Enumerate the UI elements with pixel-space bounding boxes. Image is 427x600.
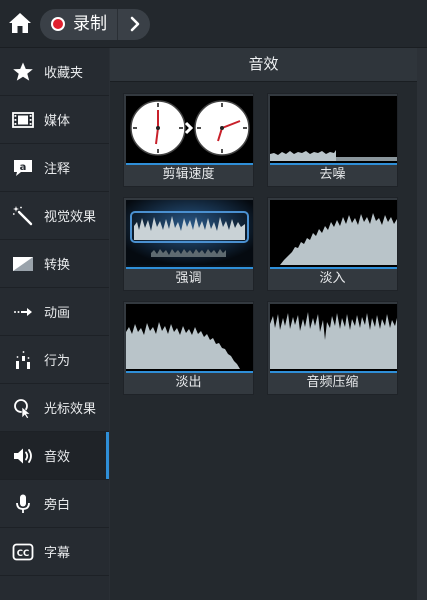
sidebar-item-annotations[interactable]: a 注释 — [0, 144, 109, 192]
transition-icon — [13, 257, 33, 271]
home-icon[interactable] — [8, 12, 32, 34]
sidebar-item-label: 字幕 — [44, 546, 71, 561]
emphasize-thumbnail — [126, 200, 253, 269]
svg-text:CC: CC — [17, 549, 29, 559]
sidebar-item-cursor-effects[interactable]: 光标效果 — [0, 384, 109, 432]
sidebar-item-label: 光标效果 — [44, 402, 97, 417]
sidebar-item-animations[interactable]: 动画 — [0, 288, 109, 336]
fade-in-thumbnail — [270, 200, 397, 269]
cc-icon: CC — [12, 543, 34, 561]
effect-tile-noise-removal[interactable]: 去噪 — [267, 93, 398, 187]
magic-wand-icon — [12, 206, 33, 226]
audio-compression-thumbnail — [270, 304, 397, 373]
chevron-right-icon[interactable] — [126, 15, 144, 33]
breadcrumb-divider — [117, 9, 118, 40]
fade-out-thumbnail — [126, 304, 253, 373]
sidebar-item-label: 转换 — [44, 258, 71, 273]
sidebar-item-label: 音效 — [44, 450, 71, 465]
panel-scrollbar[interactable] — [417, 48, 427, 600]
breadcrumb-label[interactable]: 录制 — [73, 13, 107, 35]
sidebar-item-visual-effects[interactable]: 视觉效果 — [0, 192, 109, 240]
top-bar: 录制 — [0, 0, 427, 48]
sidebar-item-label: 旁白 — [44, 498, 71, 513]
sidebar-item-favorites[interactable]: 收藏夹 — [0, 48, 109, 96]
cursor-effect-icon — [14, 399, 31, 419]
sidebar: 收藏夹 媒体 a 注释 视觉效果 转换 动画 行为 光标效果 音效 旁白 CC … — [0, 48, 109, 600]
sidebar-item-audio-effects[interactable]: 音效 — [0, 432, 109, 480]
animation-arrow-icon — [14, 308, 32, 316]
effect-tile-emphasize[interactable]: 强调 — [123, 197, 254, 291]
effect-label: 淡出 — [175, 375, 202, 390]
sidebar-item-transitions[interactable]: 转换 — [0, 240, 109, 288]
star-icon — [13, 62, 33, 81]
audio-effects-panel: 音效 剪辑速度 去噪 强调 淡入 淡出 音频压缩 — [110, 48, 417, 600]
effect-label: 淡入 — [319, 271, 346, 286]
effect-tile-clip-speed[interactable]: 剪辑速度 — [123, 93, 254, 187]
effect-label: 强调 — [175, 271, 202, 286]
sidebar-item-label: 动画 — [44, 306, 71, 321]
effect-label: 去噪 — [319, 167, 346, 182]
panel-title: 音效 — [110, 48, 417, 82]
sidebar-item-label: 收藏夹 — [44, 66, 84, 81]
effect-label: 剪辑速度 — [162, 167, 215, 182]
sidebar-item-label: 注释 — [44, 162, 71, 177]
clip-speed-thumbnail — [126, 96, 253, 165]
noise-removal-thumbnail — [270, 96, 397, 165]
effect-tile-fade-in[interactable]: 淡入 — [267, 197, 398, 291]
effect-label: 音频压缩 — [306, 375, 359, 390]
sidebar-item-voice-narration[interactable]: 旁白 — [0, 480, 109, 528]
microphone-icon — [16, 494, 30, 513]
callout-icon: a — [14, 160, 32, 176]
record-dot-icon — [51, 17, 65, 31]
behavior-icon — [16, 351, 30, 369]
sidebar-item-label: 视觉效果 — [44, 210, 97, 225]
sidebar-item-captions[interactable]: CC 字幕 — [0, 528, 109, 576]
sidebar-item-behaviors[interactable]: 行为 — [0, 336, 109, 384]
sidebar-item-media[interactable]: 媒体 — [0, 96, 109, 144]
sidebar-item-label: 媒体 — [44, 114, 71, 129]
effect-tile-audio-compression[interactable]: 音频压缩 — [267, 301, 398, 395]
effect-tile-fade-out[interactable]: 淡出 — [123, 301, 254, 395]
speaker-icon — [14, 448, 32, 464]
breadcrumb: 录制 — [40, 9, 150, 40]
svg-text:a: a — [20, 162, 27, 173]
sidebar-item-label: 行为 — [44, 354, 71, 369]
film-icon — [12, 112, 34, 128]
